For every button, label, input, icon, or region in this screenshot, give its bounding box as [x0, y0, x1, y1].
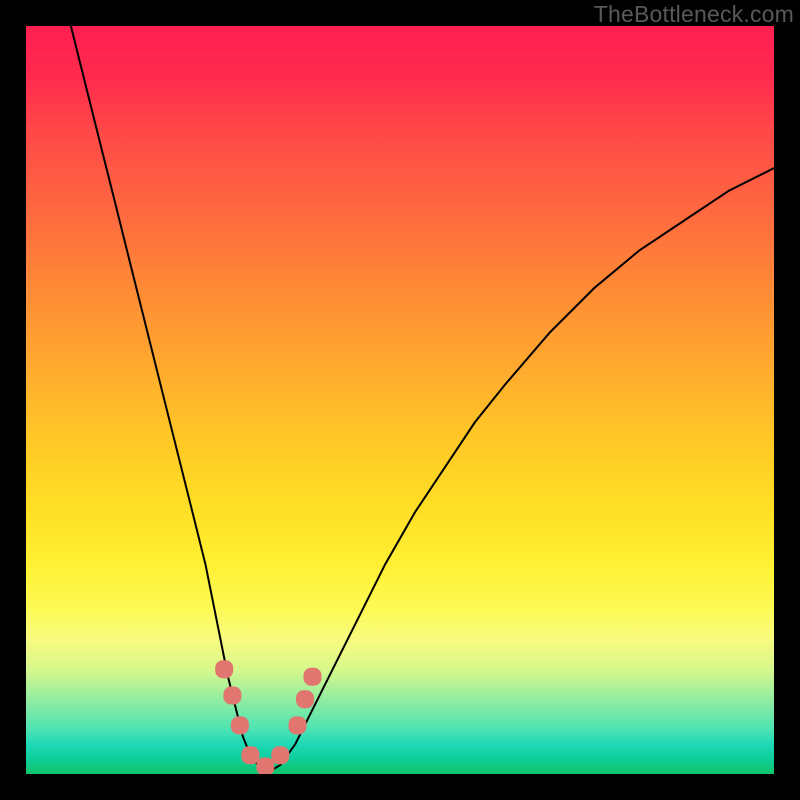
marker-point — [304, 668, 322, 686]
marker-point — [241, 746, 259, 764]
chart-svg — [26, 26, 774, 774]
plot-area — [26, 26, 774, 774]
chart-frame: TheBottleneck.com — [0, 0, 800, 800]
marker-point — [231, 716, 249, 734]
marker-point — [256, 758, 274, 775]
marker-point — [215, 660, 233, 678]
marker-point — [271, 746, 289, 764]
watermark-text: TheBottleneck.com — [594, 1, 794, 28]
bottleneck-curve — [71, 26, 774, 770]
marker-point — [296, 690, 314, 708]
marker-point — [289, 716, 307, 734]
marker-point — [223, 687, 241, 705]
curve-markers — [215, 660, 321, 774]
